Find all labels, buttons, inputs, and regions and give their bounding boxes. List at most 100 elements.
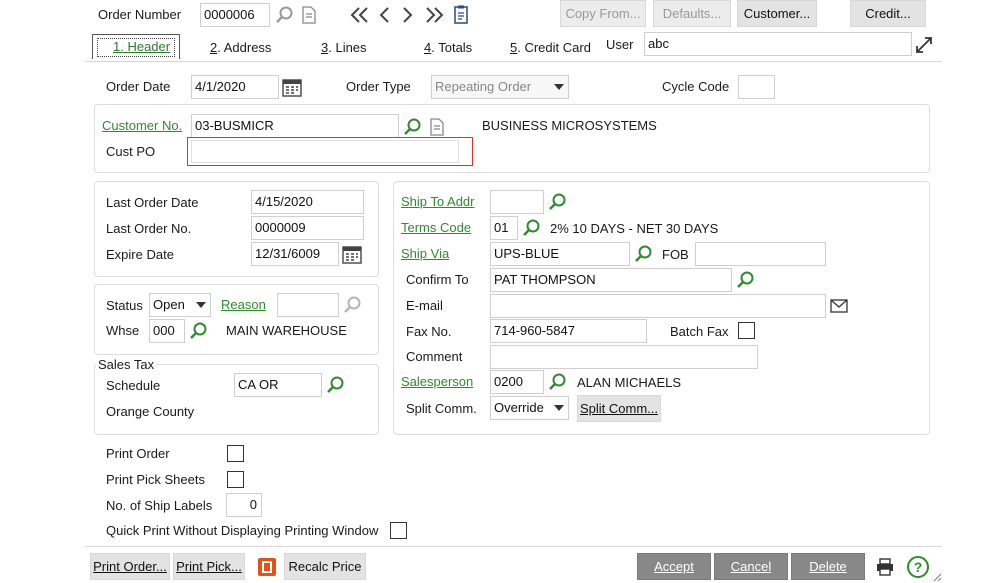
cycle-code-input[interactable] <box>738 75 775 99</box>
ship-to-input[interactable] <box>490 190 544 214</box>
last-record-icon[interactable] <box>424 5 446 25</box>
user-input[interactable]: abc <box>644 32 912 56</box>
expand-icon[interactable] <box>915 36 933 54</box>
office-icon[interactable] <box>257 557 277 577</box>
terms-code-input[interactable]: 01 <box>490 216 518 240</box>
tab-credit-card[interactable]: 5. Credit Card <box>510 40 591 56</box>
order-number-input[interactable]: 0000006 <box>200 3 270 27</box>
salesperson-input[interactable]: 0200 <box>490 370 544 394</box>
fax-no-input[interactable]: 714-960-5847 <box>490 319 647 343</box>
customer-name: BUSINESS MICROSYSTEMS <box>482 118 657 133</box>
accept-button[interactable]: Accept <box>637 553 711 580</box>
tab-totals[interactable]: 4. Totals <box>424 40 472 56</box>
expire-date-label: Expire Date <box>106 247 174 262</box>
batch-fax-checkbox[interactable] <box>738 322 755 339</box>
order-type-label: Order Type <box>346 79 411 94</box>
order-number-label: Order Number <box>98 7 182 22</box>
comment-input[interactable] <box>490 345 758 369</box>
print-order-button[interactable]: Print Order... <box>90 553 170 580</box>
previous-record-icon[interactable] <box>376 5 392 25</box>
salesperson-link[interactable]: Salesperson <box>401 374 473 390</box>
last-order-date-label: Last Order Date <box>106 195 199 210</box>
comment-label: Comment <box>406 349 463 364</box>
tab-header-label: 1. Header <box>113 39 171 54</box>
tab-lines[interactable]: 3. Lines <box>321 40 367 56</box>
delete-button[interactable]: Delete <box>791 553 865 580</box>
print-order-checkbox[interactable] <box>227 445 244 462</box>
terms-lookup-icon[interactable] <box>521 218 541 238</box>
whse-input[interactable]: 000 <box>149 319 185 343</box>
print-pick-checkbox[interactable] <box>227 471 244 488</box>
credit-button[interactable]: Credit... <box>850 0 926 27</box>
clipboard-icon[interactable] <box>452 4 470 26</box>
first-record-icon[interactable] <box>348 5 370 25</box>
ship-to-link[interactable]: Ship To Addr <box>401 194 474 210</box>
envelope-icon[interactable] <box>830 299 848 313</box>
customer-no-link[interactable]: Customer No. <box>102 118 182 134</box>
customer-no-input[interactable]: 03-BUSMICR <box>191 114 399 138</box>
salesperson-name: ALAN MICHAELS <box>577 375 682 390</box>
cust-po-input[interactable] <box>191 140 459 163</box>
terms-code-link[interactable]: Terms Code <box>401 220 471 236</box>
status-select[interactable]: Open <box>149 293 211 317</box>
ship-via-lookup-icon[interactable] <box>633 244 653 264</box>
reason-lookup-icon[interactable] <box>342 295 362 315</box>
ship-via-link[interactable]: Ship Via <box>401 246 449 262</box>
print-pick-label: Print Pick Sheets <box>106 472 205 487</box>
reason-input[interactable] <box>277 293 339 317</box>
customer-document-icon[interactable] <box>428 117 446 137</box>
schedule-desc: Orange County <box>106 404 195 419</box>
schedule-label: Schedule <box>106 378 161 393</box>
salesperson-lookup-icon[interactable] <box>547 372 567 392</box>
whse-label: Whse <box>106 323 140 338</box>
quick-print-label: Quick Print Without Displaying Printing … <box>106 523 379 538</box>
tab-divider <box>85 61 942 62</box>
confirm-to-input[interactable]: PAT THOMPSON <box>490 268 732 292</box>
split-comm-label: Split Comm. <box>406 401 477 416</box>
ship-labels-input[interactable]: 0 <box>226 493 262 517</box>
order-type-select[interactable]: Repeating Order <box>431 75 569 99</box>
terms-desc: 2% 10 DAYS - NET 30 DAYS <box>550 221 719 236</box>
expire-calendar-icon[interactable] <box>341 243 363 265</box>
sales-tax-title: Sales Tax <box>96 357 157 373</box>
ship-via-input[interactable]: UPS-BLUE <box>490 242 630 266</box>
resize-grip-icon[interactable] <box>932 572 942 582</box>
split-comm-select[interactable]: Override <box>490 396 569 420</box>
quick-print-checkbox[interactable] <box>390 522 407 539</box>
order-date-input[interactable]: 4/1/2020 <box>191 75 279 99</box>
tab-header[interactable]: 1. Header <box>92 34 180 59</box>
schedule-input[interactable]: CA OR <box>234 373 322 397</box>
customer-button[interactable]: Customer... <box>737 0 817 27</box>
cust-po-label: Cust PO <box>106 144 156 159</box>
recalc-price-button[interactable]: Recalc Price <box>284 553 366 580</box>
cancel-button[interactable]: Cancel <box>714 553 788 580</box>
footer-divider <box>85 546 942 547</box>
last-order-no-value: 0000009 <box>251 216 364 240</box>
customer-lookup-icon[interactable] <box>402 117 422 137</box>
fob-input[interactable] <box>695 242 826 266</box>
order-date-label: Order Date <box>106 79 171 94</box>
reason-link[interactable]: Reason <box>221 297 266 313</box>
defaults-button[interactable]: Defaults... <box>653 0 731 27</box>
print-pick-button[interactable]: Print Pick... <box>173 553 245 580</box>
fob-label: FOB <box>662 247 689 262</box>
whse-lookup-icon[interactable] <box>188 321 208 341</box>
ship-to-lookup-icon[interactable] <box>547 192 567 212</box>
schedule-lookup-icon[interactable] <box>325 375 345 395</box>
next-record-icon[interactable] <box>400 5 416 25</box>
split-comm-button[interactable]: Split Comm... <box>577 395 661 422</box>
email-input[interactable] <box>490 294 826 318</box>
lookup-icon[interactable] <box>274 5 294 25</box>
copy-from-button[interactable]: Copy From... <box>560 0 646 27</box>
email-label: E-mail <box>406 298 443 313</box>
confirm-to-lookup-icon[interactable] <box>735 270 755 290</box>
user-label: User <box>606 37 634 52</box>
tab-address[interactable]: 2. Address <box>210 40 271 56</box>
confirm-to-label: Confirm To <box>406 272 469 287</box>
printer-icon[interactable] <box>875 557 895 577</box>
expire-date-input[interactable]: 12/31/6009 <box>251 242 339 266</box>
status-label: Status <box>106 298 143 313</box>
calendar-icon[interactable] <box>281 76 303 98</box>
document-icon[interactable] <box>300 5 318 25</box>
help-icon[interactable]: ? <box>907 556 929 578</box>
